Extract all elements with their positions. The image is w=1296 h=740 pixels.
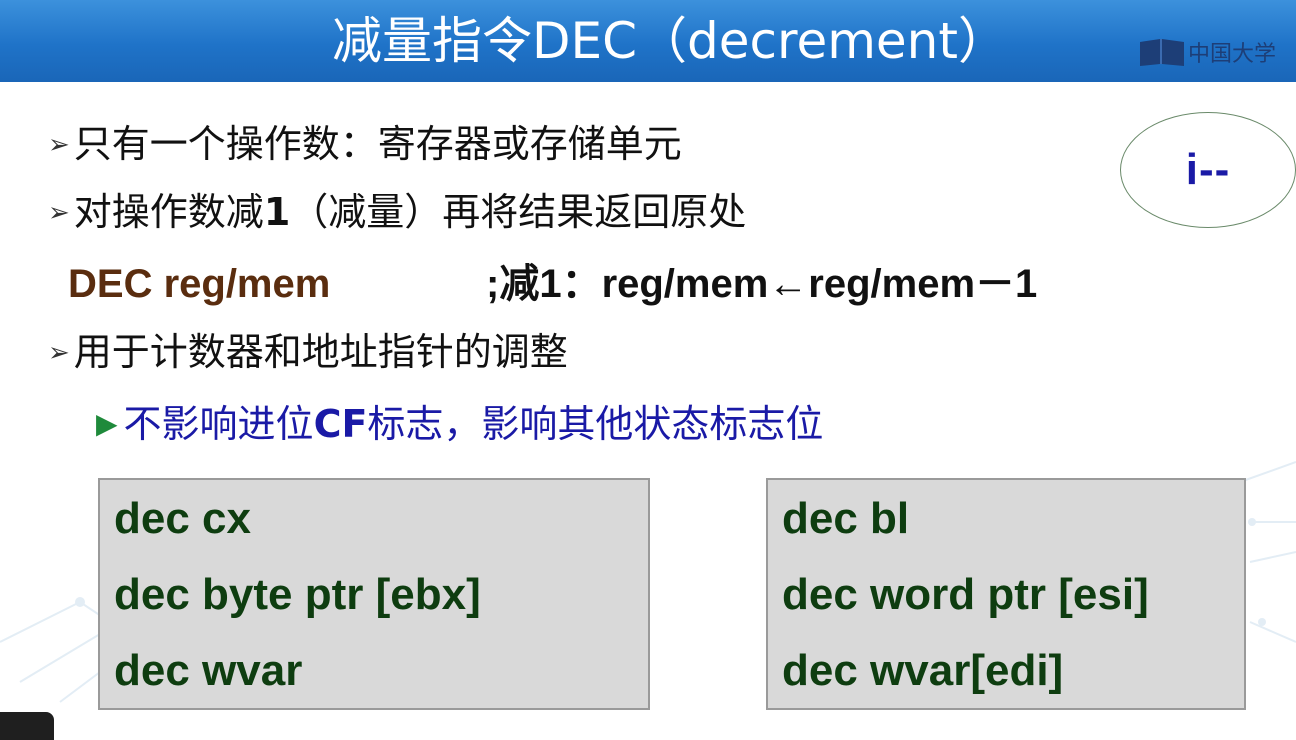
- bullet-one-operand: ➢ 只有一个操作数：寄存器或存储单元: [48, 118, 682, 171]
- bullet-number: 1: [263, 190, 291, 234]
- ellipse-label: i--: [1185, 145, 1231, 194]
- code-line: dec wvar: [114, 646, 303, 695]
- arrowhead-icon: ➢: [48, 198, 70, 228]
- bullet-text: 只有一个操作数：寄存器或存储单元: [73, 122, 682, 166]
- code-example-left: dec cx dec byte ptr [ebx] dec wvar: [98, 478, 650, 710]
- green-triangle-icon: ▶: [96, 407, 118, 440]
- university-logo: 中国大学: [1138, 36, 1276, 68]
- sub-bullet-text-post: 标志，影响其他状态标志位: [367, 402, 824, 446]
- player-corner-tab[interactable]: [0, 712, 54, 740]
- code-example-right: dec bl dec word ptr [esi] dec wvar[edi]: [766, 478, 1246, 710]
- arrowhead-icon: ➢: [48, 338, 70, 368]
- bullet-text-post: （减量）再将结果返回原处: [290, 190, 747, 234]
- title-bar: 减量指令DEC（decrement） 中国大学: [0, 0, 1296, 82]
- bullet-text: 用于计数器和地址指针的调整: [73, 330, 568, 374]
- slide-title: 减量指令DEC（decrement）: [332, 12, 1008, 70]
- code-line: dec word ptr [esi]: [782, 570, 1149, 619]
- arrowhead-icon: ➢: [48, 130, 70, 160]
- logo-text: 中国大学: [1188, 42, 1277, 67]
- bullet-text-pre: 对操作数减: [73, 190, 264, 234]
- sub-bullet-cf: CF: [313, 402, 368, 446]
- code-line: dec wvar[edi]: [782, 646, 1064, 695]
- syntax-comment: ;减1：reg/mem←reg/mem－1: [486, 262, 1038, 306]
- syntax-instruction: DEC reg/mem: [68, 262, 331, 306]
- sub-bullet-text-pre: 不影响进位: [123, 402, 314, 446]
- book-logo-icon: [1140, 39, 1184, 66]
- code-line: dec cx: [114, 494, 251, 543]
- bullet-usage: ➢ 用于计数器和地址指针的调整: [48, 326, 568, 379]
- sub-bullet-flags: ▶ 不影响进位CF标志，影响其他状态标志位: [96, 398, 823, 450]
- bullet-decrement-by-one: ➢ 对操作数减1（减量）再将结果返回原处: [48, 186, 746, 239]
- code-line: dec bl: [782, 494, 910, 543]
- i-minus-minus-ellipse: i--: [1120, 112, 1296, 228]
- code-line: dec byte ptr [ebx]: [114, 570, 481, 619]
